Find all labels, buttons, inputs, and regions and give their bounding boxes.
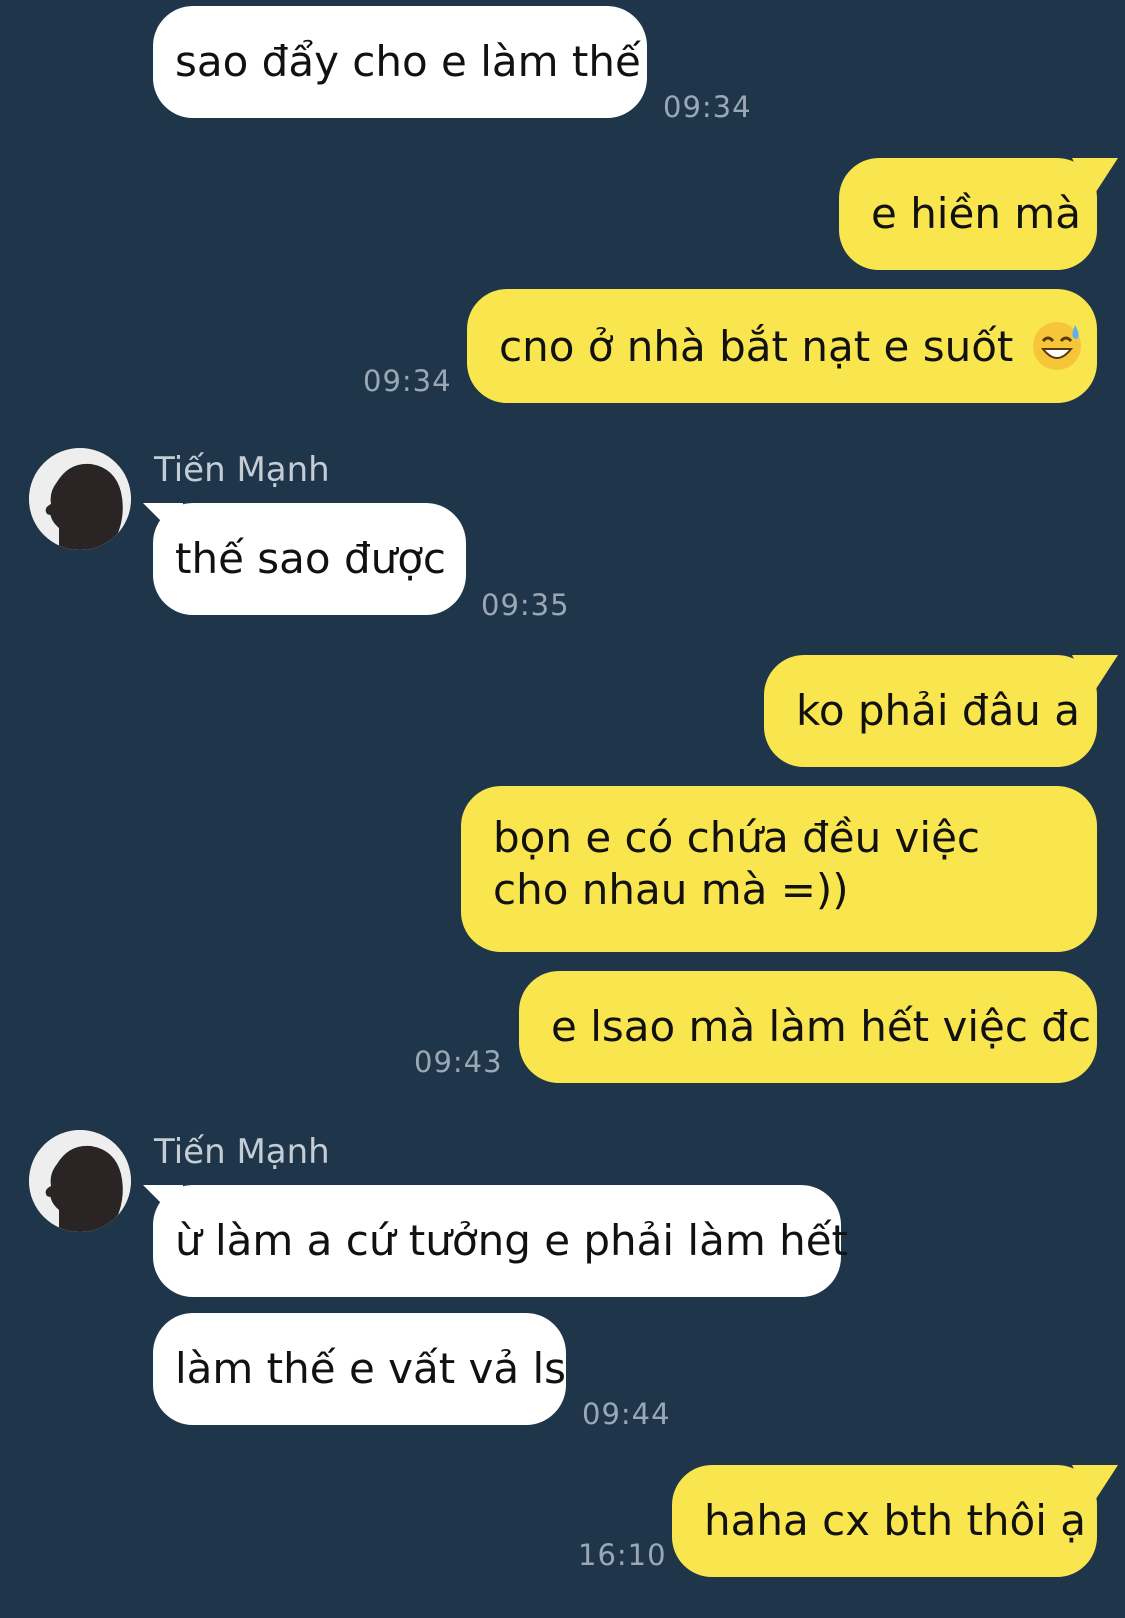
message-bubble-outgoing[interactable]: e lsao mà làm hết việc đc bbox=[519, 971, 1097, 1083]
avatar[interactable] bbox=[29, 448, 131, 550]
message-bubble-incoming[interactable]: làm thế e vất vả ls bbox=[153, 1313, 566, 1425]
bubble-tail bbox=[1072, 158, 1118, 198]
message-text: sao đẩy cho e làm thế bbox=[175, 37, 641, 86]
message-timestamp: 09:35 bbox=[481, 588, 570, 622]
profile-silhouette-icon bbox=[29, 448, 131, 550]
message-bubble-outgoing[interactable]: bọn e có chứa đều việc cho nhau mà =)) bbox=[461, 786, 1097, 952]
message-timestamp: 09:43 bbox=[414, 1045, 503, 1079]
message-bubble-outgoing[interactable]: e hiền mà bbox=[839, 158, 1097, 270]
bubble-tail bbox=[1072, 1465, 1118, 1505]
message-bubble-incoming[interactable]: thế sao được bbox=[153, 503, 466, 615]
message-timestamp: 16:10 bbox=[578, 1538, 667, 1572]
message-bubble-incoming[interactable]: sao đẩy cho e làm thế bbox=[153, 6, 647, 118]
sender-name: Tiến Mạnh bbox=[154, 1132, 330, 1172]
message-timestamp: 09:44 bbox=[582, 1397, 671, 1431]
message-bubble-incoming[interactable]: ừ làm a cứ tưởng e phải làm hết bbox=[153, 1185, 848, 1297]
message-timestamp: 09:34 bbox=[363, 364, 452, 398]
message-text: haha cx bth thôi ạ bbox=[704, 1496, 1086, 1545]
message-bubble-outgoing[interactable]: ko phải đâu a bbox=[764, 655, 1097, 767]
profile-silhouette-icon bbox=[29, 1130, 131, 1232]
message-timestamp: 09:34 bbox=[663, 90, 752, 124]
message-text: cno ở nhà bắt nạt e suốt bbox=[499, 322, 1014, 371]
sender-name: Tiến Mạnh bbox=[154, 450, 330, 490]
message-text: e lsao mà làm hết việc đc bbox=[551, 1002, 1092, 1051]
message-text: thế sao được bbox=[175, 534, 447, 583]
bubble-tail bbox=[1072, 655, 1118, 695]
sweat-smile-emoji-icon bbox=[1032, 322, 1081, 370]
message-text: bọn e có chứa đều việc cho nhau mà =)) bbox=[493, 813, 980, 914]
message-text: làm thế e vất vả ls bbox=[175, 1344, 567, 1393]
message-text: ừ làm a cứ tưởng e phải làm hết bbox=[175, 1216, 849, 1265]
message-bubble-outgoing[interactable]: haha cx bth thôi ạ bbox=[672, 1465, 1097, 1577]
message-bubble-outgoing[interactable]: cno ở nhà bắt nạt e suốt bbox=[467, 289, 1097, 403]
avatar[interactable] bbox=[29, 1130, 131, 1232]
message-text: ko phải đâu a bbox=[796, 686, 1081, 735]
message-text: e hiền mà bbox=[871, 189, 1081, 238]
